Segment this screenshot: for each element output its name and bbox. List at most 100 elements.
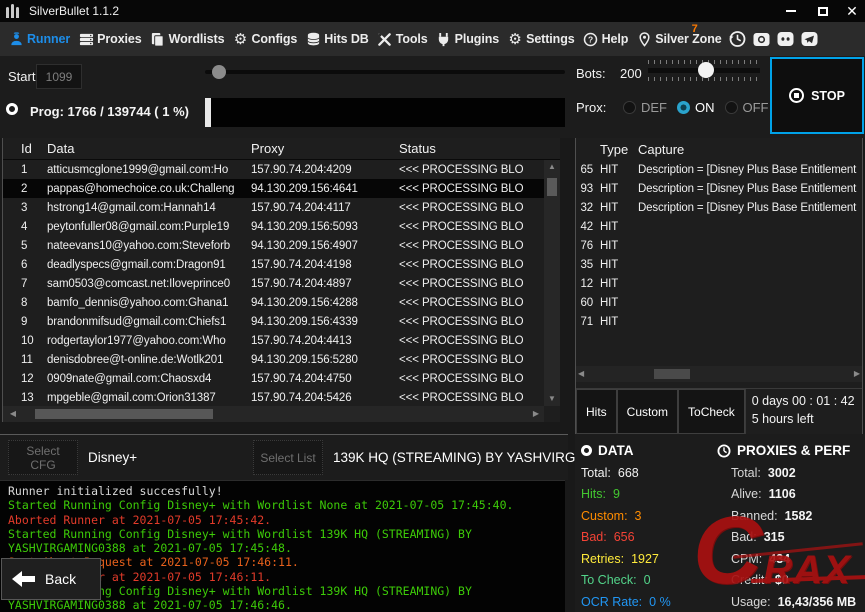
table-row[interactable]: 42HIT: [576, 217, 862, 236]
history-icon[interactable]: [727, 29, 748, 49]
discord-icon[interactable]: [775, 29, 796, 49]
menu-item-tools[interactable]: Tools: [373, 22, 432, 56]
scroll-down-arrow[interactable]: ▼: [544, 392, 560, 406]
scroll-right-arrow[interactable]: ▶: [528, 406, 544, 422]
stop-button[interactable]: STOP: [770, 57, 864, 134]
stat-label: Alive:: [731, 487, 762, 501]
column-header-status[interactable]: Status: [399, 141, 523, 156]
horizontal-scrollbar[interactable]: ◀ ▶: [3, 406, 544, 422]
column-header-id[interactable]: Id: [3, 141, 47, 156]
radio-button[interactable]: [623, 101, 636, 114]
table-row[interactable]: 120909nate@gmail.com:Chaosxd4157.90.74.2…: [3, 369, 544, 388]
radio-button[interactable]: [725, 101, 738, 114]
tab-tocheck-button[interactable]: ToCheck: [678, 389, 745, 434]
scrollbar-thumb[interactable]: [654, 369, 690, 379]
stat-label: OCR Rate:: [581, 595, 642, 609]
scroll-left-arrow[interactable]: ◀: [5, 406, 21, 422]
table-row[interactable]: 65HITDescription = [Disney Plus Base Ent…: [576, 160, 862, 179]
table-row[interactable]: 12HIT: [576, 274, 862, 293]
gauge-icon: [717, 444, 731, 458]
stat-line: Banned:1582: [731, 509, 863, 523]
wordlist-icon: [150, 31, 166, 47]
table-row[interactable]: 2pappas@homechoice.co.uk:Challeng94.130.…: [3, 179, 544, 198]
table-row[interactable]: 8bamfo_dennis@yahoo.com:Ghana194.130.209…: [3, 293, 544, 312]
table-row[interactable]: 71HIT: [576, 312, 862, 331]
bots-slider-handle[interactable]: [698, 62, 714, 78]
start-slider-handle[interactable]: [212, 65, 226, 79]
menu-item-wordlists[interactable]: Wordlists: [146, 22, 229, 56]
start-input[interactable]: [36, 64, 82, 89]
cell-id: 3: [3, 202, 47, 214]
prox-radio-on[interactable]: ON: [677, 100, 715, 115]
menu-item-settings[interactable]: ⚙Settings: [503, 22, 579, 56]
column-header-proxy[interactable]: Proxy: [251, 141, 399, 156]
radio-button[interactable]: [677, 101, 690, 114]
progress-text: Prog: 1766 / 139744 ( 1 %): [30, 104, 189, 119]
cell-type: HIT: [593, 240, 635, 252]
horizontal-scrollbar[interactable]: ◀ ▶: [576, 366, 862, 382]
cell-capture: Description = [Disney Plus Base Entitlem…: [635, 183, 862, 195]
back-arrow-icon: [12, 571, 36, 587]
table-row[interactable]: 3hstrong14@gmail.com:Hannah14157.90.74.2…: [3, 198, 544, 217]
tab-hits-button[interactable]: Hits: [576, 389, 617, 434]
prox-radio-off[interactable]: OFF: [725, 100, 769, 115]
table-row[interactable]: 13mpgeble@gmail.com:Orion31387157.90.74.…: [3, 388, 544, 406]
log-line: Started Running Config Disney+ with Word…: [8, 498, 543, 512]
telegram-icon[interactable]: [799, 29, 820, 49]
scroll-right-arrow[interactable]: ▶: [854, 366, 860, 382]
minimize-button[interactable]: [775, 0, 807, 22]
table-row[interactable]: 1atticusmcglone1999@gmail.com:Ho157.90.7…: [3, 160, 544, 179]
table-row[interactable]: 35HIT: [576, 255, 862, 274]
start-slider[interactable]: [205, 70, 565, 74]
menu-item-hits-db[interactable]: Hits DB: [301, 22, 372, 56]
scroll-up-arrow[interactable]: ▲: [544, 160, 560, 174]
stat-line: Custom:3: [581, 509, 711, 523]
menu-item-plugins[interactable]: Plugins: [432, 22, 503, 56]
log-line: Started Running Config Disney+ with Word…: [8, 527, 543, 556]
table-row[interactable]: 32HITDescription = [Disney Plus Base Ent…: [576, 198, 862, 217]
menu-item-silver-zone[interactable]: Silver Zone7: [632, 22, 725, 56]
menu-item-runner[interactable]: Runner: [4, 22, 74, 56]
select-cfg-button[interactable]: Select CFG: [8, 440, 78, 475]
table-row[interactable]: 76HIT: [576, 236, 862, 255]
scroll-left-arrow[interactable]: ◀: [578, 366, 584, 382]
back-button[interactable]: Back: [1, 558, 101, 600]
cell-status: <<< PROCESSING BLOCK: [399, 240, 523, 252]
vertical-scrollbar[interactable]: ▲ ▼: [544, 160, 560, 406]
column-header-capture[interactable]: Capture: [635, 142, 862, 157]
table-row[interactable]: 93HITDescription = [Disney Plus Base Ent…: [576, 179, 862, 198]
stop-button-label: STOP: [811, 89, 845, 103]
select-list-button[interactable]: Select List: [253, 440, 323, 475]
bots-slider[interactable]: [648, 68, 760, 73]
cell-data: denisdobree@t-online.de:Wotlk201: [47, 354, 251, 366]
database-icon: [305, 31, 321, 47]
table-row[interactable]: 6deadlyspecs@gmail.com:Dragon91157.90.74…: [3, 255, 544, 274]
menu-item-configs[interactable]: ⚙Configs: [228, 22, 301, 56]
table-row[interactable]: 5nateevans10@yahoo.com:Steveforb94.130.2…: [3, 236, 544, 255]
maximize-button[interactable]: [807, 0, 839, 22]
table-row[interactable]: 4peytonfuller08@gmail.com:Purple1994.130…: [3, 217, 544, 236]
menu-item-proxies[interactable]: Proxies: [74, 22, 145, 56]
column-header-type[interactable]: Type: [593, 142, 635, 157]
menu-item-help[interactable]: ?Help: [579, 22, 633, 56]
camera-icon[interactable]: [751, 29, 772, 49]
table-row[interactable]: 60HIT: [576, 293, 862, 312]
results-table-header: Id Data Proxy Status: [3, 138, 560, 160]
scrollbar-thumb[interactable]: [35, 409, 213, 419]
column-header-data[interactable]: Data: [47, 141, 251, 156]
table-row[interactable]: 9brandonmifsud@gmail.com:Chiefs194.130.2…: [3, 312, 544, 331]
cell-id: 35: [576, 259, 593, 271]
silverbullet-window: SilverBullet 1.1.2 ✕ RunnerProxiesWordli…: [0, 0, 865, 612]
perf-panel-title: PROXIES & PERF: [737, 443, 850, 458]
table-row[interactable]: 7sam0503@comcast.net:Iloveprince0157.90.…: [3, 274, 544, 293]
table-row[interactable]: 10rodgertaylor1977@yahoo.com:Who157.90.7…: [3, 331, 544, 350]
table-row[interactable]: 11denisdobree@t-online.de:Wotlk20194.130…: [3, 350, 544, 369]
close-button[interactable]: ✕: [839, 0, 865, 22]
prox-radio-def[interactable]: DEF: [623, 100, 667, 115]
cell-proxy: 94.130.209.156:5280: [251, 354, 399, 366]
tray-icons: [727, 29, 820, 49]
prox-label: Prox:: [576, 100, 606, 115]
tab-custom-button[interactable]: Custom: [617, 389, 678, 434]
start-label: Start:: [8, 69, 39, 84]
scrollbar-thumb[interactable]: [547, 178, 557, 196]
